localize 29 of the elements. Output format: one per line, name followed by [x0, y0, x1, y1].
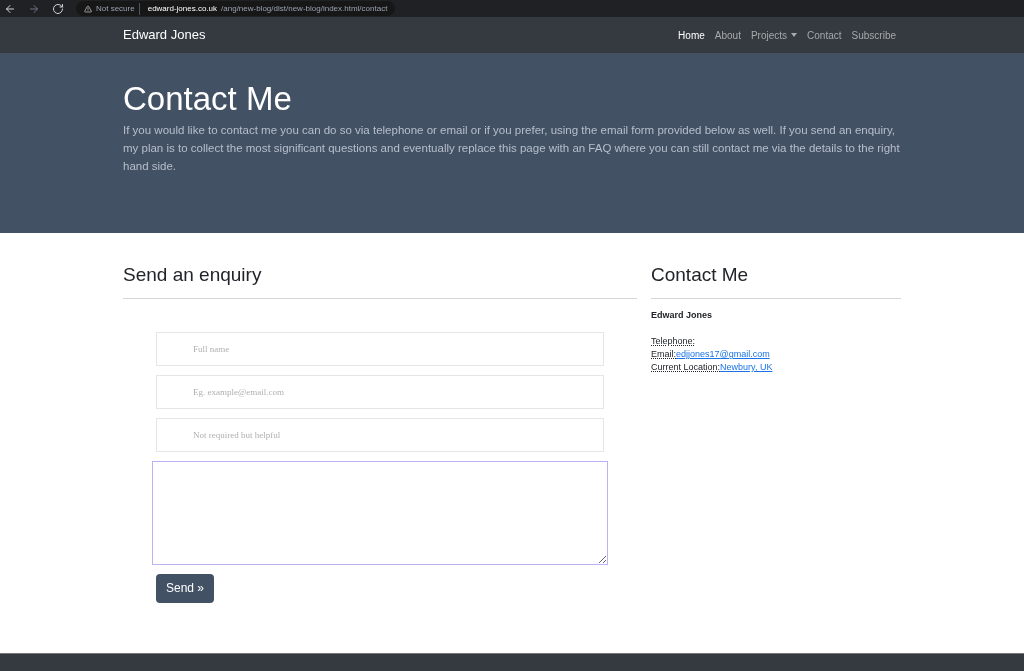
- input-field[interactable]: Full name: [156, 331, 604, 366]
- reload-icon[interactable]: [52, 2, 64, 15]
- back-icon[interactable]: [4, 2, 16, 15]
- section-heading: Contact Me: [651, 261, 901, 299]
- location-link[interactable]: Newbury, UK: [720, 361, 773, 374]
- message-field[interactable]: [152, 460, 608, 565]
- email-link[interactable]: edjjones17@gmail.com: [676, 348, 770, 361]
- contact-label: Email:: [651, 348, 676, 361]
- nav-link[interactable]: Contact: [807, 27, 842, 43]
- contact-name: Edward Jones: [651, 308, 714, 322]
- nav-link[interactable]: About: [714, 27, 741, 43]
- address-bar[interactable]: Not secure edward-jones.co.uk /ang/new-blog/dist/new-blog/index.html/contact: [76, 1, 396, 16]
- warning-icon: [84, 4, 92, 13]
- section-heading: Send an enquiry: [123, 261, 637, 299]
- contact-label: Telephone:: [651, 335, 696, 348]
- url-path: /ang/new-blog/dist/new-blog/index.html/contact: [221, 2, 388, 15]
- send-button[interactable]: Send »: [156, 573, 215, 603]
- security-label: Not secure: [96, 2, 140, 15]
- brand-link[interactable]: Edward Jones: [123, 25, 206, 45]
- input-field[interactable]: Eg. example@email.com: [156, 374, 604, 409]
- contact-label: Current Location:: [651, 361, 721, 374]
- nav-link[interactable]: Home: [678, 27, 705, 43]
- hero-text: If you would like to contact me you can do so via telephone or email or if you prefer, using the email form provided below as well. If you send an enquiry, my plan is to collect the most significant questions and eventually replace this page with an FAQ where you can still contact me via the details to the right hand side.: [123, 123, 901, 174]
- input-field[interactable]: Not required but helpful: [156, 417, 604, 452]
- caret-icon: [791, 33, 798, 37]
- nav-link[interactable]: Subscribe: [851, 27, 896, 43]
- url-host: edward-jones.co.uk: [146, 2, 218, 15]
- nav-link[interactable]: Projects: [750, 27, 798, 43]
- hero-title: Contact Me: [123, 79, 293, 119]
